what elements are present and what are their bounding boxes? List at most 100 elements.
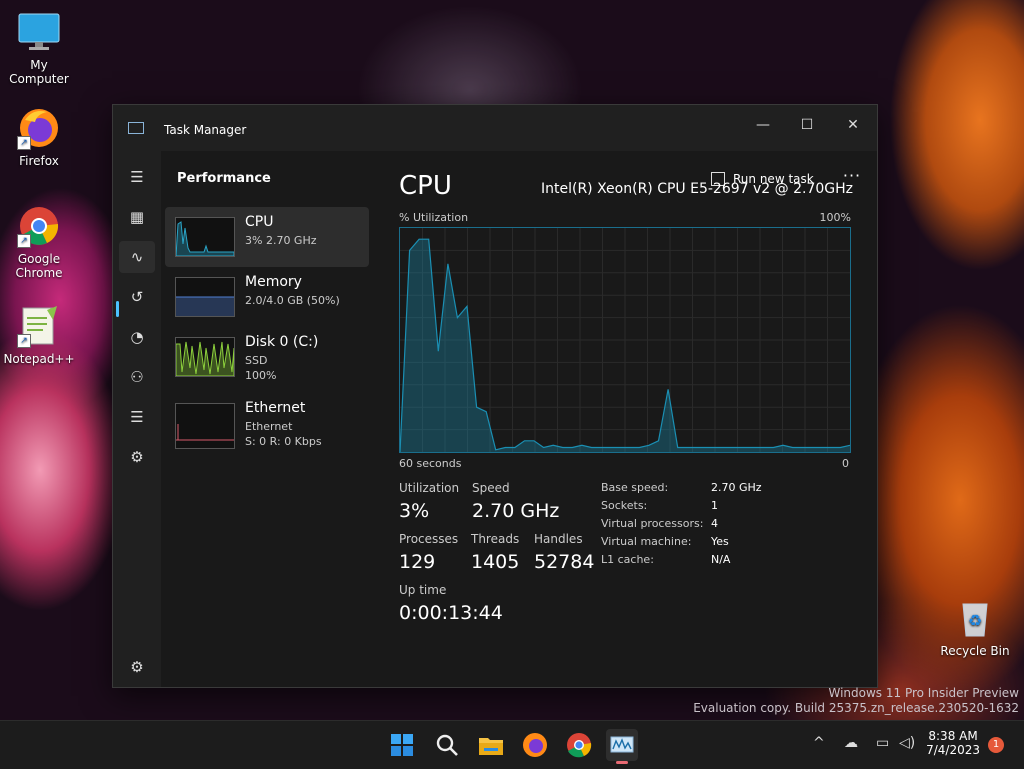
cpu-utilization-graph — [399, 227, 851, 453]
cpu-detail-panel: CPU Intel(R) Xeon(R) CPU E5-2697 v2 @ 2.… — [399, 151, 869, 687]
resource-name: CPU — [245, 214, 274, 230]
content-pane: Performance Run new task ··· CPU 3% 2.70… — [161, 151, 877, 687]
resource-detail: 3% 2.70 GHz — [245, 234, 317, 247]
show-hidden-icons-chevron[interactable]: ^ — [813, 735, 825, 751]
watermark-line-2: Evaluation copy. Build 25375.zn_release.… — [693, 701, 1019, 715]
running-indicator — [616, 761, 628, 764]
handles-value: 52784 — [534, 551, 595, 573]
performance-icon[interactable]: ∿ — [119, 241, 155, 273]
graph-y-max: 100% — [819, 211, 851, 224]
cpu-thumbnail-graph — [175, 217, 235, 257]
clock-date: 7/4/2023 — [926, 743, 980, 757]
processes-icon[interactable]: ▦ — [119, 201, 155, 233]
recycle-bin-icon: ♻ — [953, 596, 997, 640]
volume-icon[interactable]: ◁) — [899, 735, 915, 751]
base-speed-label: Base speed: — [601, 481, 669, 494]
shortcut-arrow-icon: ↗ — [17, 334, 31, 348]
ethernet-thumbnail-graph — [175, 403, 235, 449]
virtual-machine-label: Virtual machine: — [601, 535, 692, 548]
watermark-line-1: Windows 11 Pro Insider Preview — [828, 686, 1019, 700]
task-manager-taskbar-button[interactable] — [606, 729, 638, 764]
resource-ethernet[interactable]: Ethernet Ethernet S: 0 R: 0 Kbps — [165, 393, 369, 453]
task-manager-icon — [610, 736, 634, 753]
virtual-processors-value: 4 — [711, 517, 718, 530]
minimize-button[interactable]: — — [743, 111, 783, 139]
sockets-value: 1 — [711, 499, 718, 512]
folder-icon — [479, 738, 503, 755]
users-icon[interactable]: ⚇ — [119, 361, 155, 393]
graph-x-label: 60 seconds — [399, 457, 462, 470]
firefox-icon: ↗ — [17, 106, 61, 150]
memory-thumbnail-graph — [175, 277, 235, 317]
maximize-button[interactable]: ☐ — [787, 111, 827, 139]
detail-title: CPU — [399, 171, 452, 201]
utilization-label: Utilization — [399, 481, 460, 495]
desktop-icon-chrome[interactable]: ↗ Google Chrome — [0, 204, 78, 280]
desktop-icon-label: Notepad++ — [3, 352, 75, 366]
startup-apps-icon[interactable]: ◔ — [119, 321, 155, 353]
close-button[interactable]: ✕ — [833, 111, 873, 139]
resource-memory[interactable]: Memory 2.0/4.0 GB (50%) — [165, 267, 369, 327]
desktop-icon-label: Recycle Bin — [940, 644, 1010, 658]
resource-name: Ethernet — [245, 400, 306, 416]
desktop-icon-my-computer[interactable]: My Computer — [0, 10, 78, 86]
resource-name: Memory — [245, 274, 302, 290]
handles-label: Handles — [534, 532, 583, 546]
shortcut-arrow-icon: ↗ — [17, 136, 31, 150]
desktop-icon-firefox[interactable]: ↗ Firefox — [0, 106, 78, 168]
start-button[interactable] — [386, 729, 418, 761]
title-bar[interactable]: Task Manager — ☐ ✕ — [113, 105, 877, 151]
sockets-label: Sockets: — [601, 499, 648, 512]
taskbar: ^ ☁ ▭ ◁) 8:38 AM 7/4/2023 1 — [0, 720, 1024, 769]
notification-badge[interactable]: 1 — [988, 737, 1004, 753]
notepadpp-icon: ↗ — [17, 304, 61, 348]
resource-throughput: S: 0 R: 0 Kbps — [245, 435, 322, 448]
onedrive-icon[interactable]: ☁ — [844, 735, 858, 751]
chrome-icon — [567, 733, 592, 758]
firefox-taskbar-button[interactable] — [519, 729, 551, 761]
speed-label: Speed — [472, 481, 510, 495]
uptime-label: Up time — [399, 583, 447, 597]
clock-time: 8:38 AM — [928, 729, 978, 743]
clock[interactable]: 8:38 AM 7/4/2023 — [926, 729, 980, 757]
services-icon[interactable]: ⚙ — [119, 441, 155, 473]
firefox-icon — [523, 733, 547, 757]
resource-cpu[interactable]: CPU 3% 2.70 GHz — [165, 207, 369, 267]
desktop-icon-label: Firefox — [19, 154, 59, 168]
processes-value: 129 — [399, 551, 436, 573]
desktop-icon-label: Google Chrome — [15, 252, 63, 280]
chrome-icon: ↗ — [17, 204, 61, 248]
desktop-icon-notepadpp[interactable]: ↗ Notepad++ — [0, 304, 78, 366]
threads-value: 1405 — [471, 551, 520, 573]
virtual-processors-label: Virtual processors: — [601, 517, 704, 530]
network-icon[interactable]: ▭ — [876, 735, 889, 751]
cpu-model: Intel(R) Xeon(R) CPU E5-2697 v2 @ 2.70GH… — [541, 181, 853, 197]
hamburger-menu-icon[interactable]: ☰ — [119, 161, 155, 193]
task-manager-icon — [128, 122, 144, 134]
resource-detail: 2.0/4.0 GB (50%) — [245, 294, 340, 307]
search-icon — [436, 734, 458, 756]
uptime-value: 0:00:13:44 — [399, 602, 503, 624]
graph-x-min: 0 — [842, 457, 849, 470]
details-icon[interactable]: ☰ — [119, 401, 155, 433]
resource-name: Disk 0 (C:) — [245, 334, 319, 350]
file-explorer-button[interactable] — [475, 729, 507, 761]
chrome-taskbar-button[interactable] — [563, 729, 595, 761]
monitor-icon — [17, 10, 61, 54]
processes-label: Processes — [399, 532, 459, 546]
resource-utilization: 100% — [245, 369, 277, 382]
l1-cache-label: L1 cache: — [601, 553, 654, 566]
task-manager-window: Task Manager — ☐ ✕ ☰ ▦ ∿ ↺ ◔ ⚇ ☰ ⚙ ⚙ Per… — [112, 104, 878, 688]
windows-logo-icon — [391, 734, 413, 756]
l1-cache-value: N/A — [711, 553, 731, 566]
cpu-graph-svg — [399, 228, 851, 453]
resource-detail: Ethernet — [245, 420, 293, 433]
page-title: Performance — [177, 171, 271, 186]
search-button[interactable] — [431, 729, 463, 761]
settings-icon[interactable]: ⚙ — [119, 651, 155, 683]
shortcut-arrow-icon: ↗ — [17, 234, 31, 248]
desktop-icon-recycle-bin[interactable]: ♻ Recycle Bin — [936, 596, 1014, 658]
window-title: Task Manager — [164, 123, 247, 137]
app-history-icon[interactable]: ↺ — [119, 281, 155, 313]
resource-disk[interactable]: Disk 0 (C:) SSD 100% — [165, 327, 369, 387]
